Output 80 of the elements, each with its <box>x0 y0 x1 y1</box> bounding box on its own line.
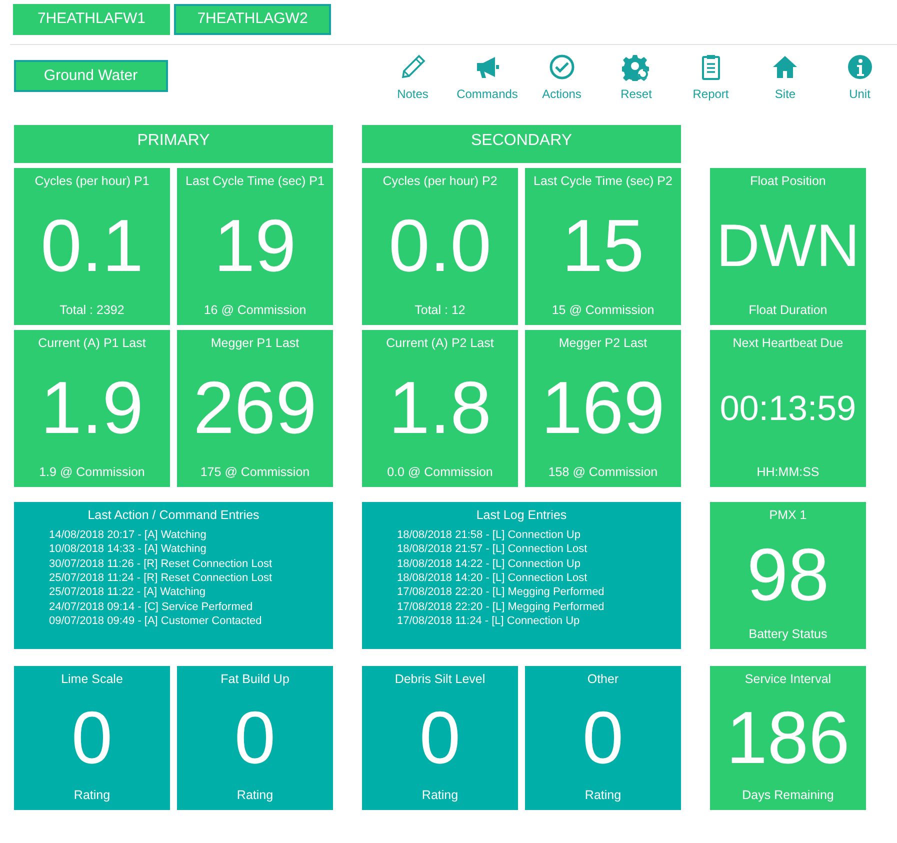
tile-title: Float Position <box>750 173 826 190</box>
tile-title: Lime Scale <box>61 671 123 688</box>
toolbar-button[interactable]: Reset <box>599 53 674 103</box>
log-entry: 24/07/2018 09:14 - [C] Service Performed <box>49 600 254 614</box>
tile-footer: HH:MM:SS <box>756 463 820 482</box>
tile-title: Megger P2 Last <box>558 335 648 352</box>
tile-title: Last Cycle Time (sec) P2 <box>534 173 672 190</box>
tile-footer: 175 @ Commission <box>200 463 310 482</box>
log-entry: 18/08/2018 14:22 - [L] Connection Up <box>397 556 582 571</box>
log-entry: 17/08/2018 11:24 - [L] Connection Up <box>397 614 581 629</box>
tile-footer: Float Duration <box>748 301 828 320</box>
log-entry: 10/08/2018 14:33 - [A] Watching <box>49 542 208 557</box>
info-icon <box>846 53 874 81</box>
toolbar-button[interactable]: Notes <box>376 53 450 103</box>
log-entry: 25/07/2018 11:22 - [A] Watching <box>49 585 207 600</box>
tile-title: Megger P1 Last <box>210 335 300 352</box>
tile-footer: 15 @ Commission <box>552 301 654 320</box>
tile-value: 169 <box>541 371 665 445</box>
unit-tab[interactable]: 7HEATHLAGW2 <box>174 4 331 35</box>
log-title: Last Log Entries <box>475 507 568 524</box>
tile-title: PMX 1 <box>769 507 807 524</box>
log-entry: 09/07/2018 09:49 - [A] Customer Contacted <box>49 614 263 629</box>
tile-title: Current (A) P1 Last <box>38 335 146 352</box>
tile-footer: 1.9 @ Commission <box>39 463 145 482</box>
category-button[interactable]: Ground Water <box>14 60 168 92</box>
tile-title: Fat Build Up <box>220 671 290 688</box>
tile-footer: 158 @ Commission <box>548 463 658 482</box>
log-entry: 30/07/2018 11:26 - [R] Reset Connection Lost <box>49 556 273 571</box>
gear-icon <box>622 53 650 81</box>
tile-title: Next Heartbeat Due <box>732 335 844 352</box>
section-header: SECONDARY <box>362 125 681 163</box>
tile-footer: Rating <box>584 786 622 805</box>
tile-value: 0 <box>71 700 113 774</box>
log-entry: 17/08/2018 22:20 - [L] Megging Performed <box>397 600 606 614</box>
tile-title: Other <box>587 671 619 688</box>
tile-footer: Rating <box>236 786 274 805</box>
log-entry: 14/08/2018 20:17 - [A] Watching <box>49 528 208 542</box>
log-entry: 18/08/2018 21:58 - [L] Connection Up <box>397 528 582 542</box>
tile-title: Cycles (per hour) P2 <box>382 173 498 190</box>
toolbar-button[interactable]: Commands <box>450 53 524 103</box>
tile-value: 19 <box>214 209 296 283</box>
toolbar-button[interactable]: Actions <box>524 53 599 103</box>
tile-title: Debris Silt Level <box>394 671 486 688</box>
toolbar-button[interactable]: Report <box>674 53 748 103</box>
log-title: Last Action / Command Entries <box>86 507 260 524</box>
tile-title: Cycles (per hour) P1 <box>34 173 150 190</box>
toolbar-button[interactable]: Site <box>748 53 822 103</box>
unit-tab[interactable]: 7HEATHLAFW1 <box>13 4 170 35</box>
log-entry: 17/08/2018 22:20 - [L] Megging Performed <box>397 585 606 600</box>
tile-value: 0 <box>582 700 624 774</box>
tile-footer: 16 @ Commission <box>204 301 306 320</box>
log-entry: 25/07/2018 11:24 - [R] Reset Connection Lost <box>49 570 273 586</box>
section-header: PRIMARY <box>14 125 333 163</box>
tile-value: 1.9 <box>40 371 144 445</box>
tile-footer: Rating <box>422 786 458 805</box>
home-icon <box>771 53 800 81</box>
toolbar-button[interactable]: Unit <box>822 53 897 103</box>
tile-value: 269 <box>193 371 317 445</box>
tile-footer: Battery Status <box>748 625 828 644</box>
tile-value: 0 <box>419 700 461 774</box>
tile-value: 0.1 <box>40 209 144 283</box>
tile-title: Service Interval <box>744 671 832 688</box>
tile-footer: Total : 2392 <box>60 301 124 320</box>
tile-value: 186 <box>726 700 850 774</box>
tile-value: 0.0 <box>388 209 492 283</box>
tile-value: 1.8 <box>388 371 492 445</box>
tile-footer: Total : 12 <box>414 301 466 320</box>
log-entry: 18/08/2018 14:20 - [L] Connection Lost <box>397 570 588 586</box>
tile-value: DWN <box>716 216 860 276</box>
tile-title: Current (A) P2 Last <box>386 335 494 352</box>
tile-value: 15 <box>562 209 644 283</box>
tile-value: 98 <box>746 538 830 612</box>
check-circle-icon <box>548 53 576 81</box>
tile-footer: Days Remaining <box>742 786 834 805</box>
log-entry: 18/08/2018 21:57 - [L] Connection Lost <box>397 542 588 557</box>
tile-footer: 0.0 @ Commission <box>387 463 493 482</box>
tile-title: Last Cycle Time (sec) P1 <box>186 173 324 190</box>
tile-value: 00:13:59 <box>720 390 856 426</box>
tile-value: 0 <box>234 700 276 774</box>
tile-footer: Rating <box>74 786 110 805</box>
